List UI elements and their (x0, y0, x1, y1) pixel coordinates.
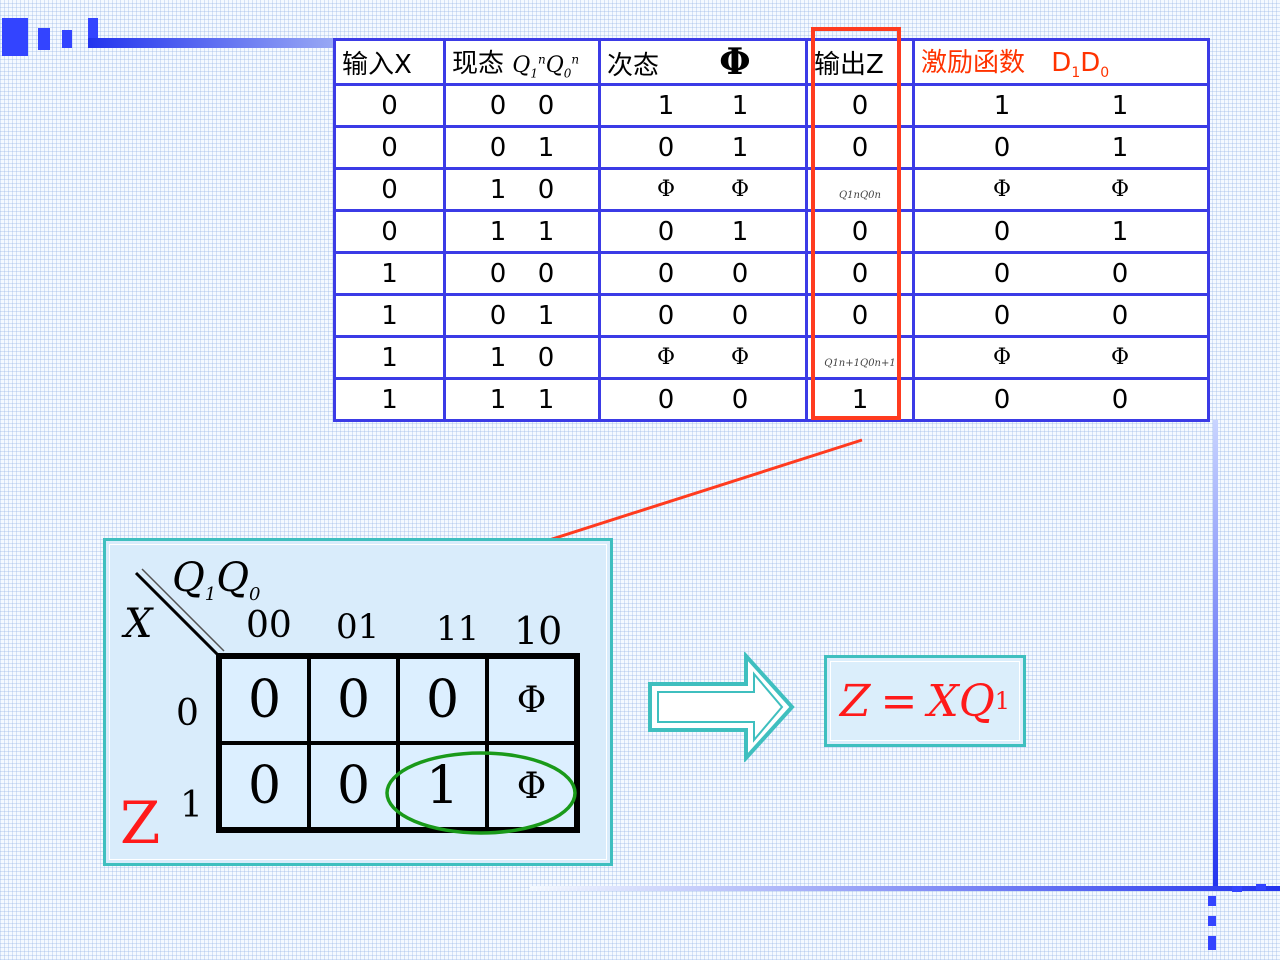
cell-excitation: ΦΦ (912, 167, 1210, 212)
cell-current-state: 01 (443, 125, 601, 170)
cell-excitation: 01 (912, 125, 1210, 170)
cell-excitation: 00 (912, 377, 1210, 422)
state-table: 输入X 现态 Q1nQ0n 次态 Φ 输出Z 激励函数 D1D0 0001101… (333, 38, 1210, 422)
cell-input-x: 1 (333, 251, 446, 296)
deco-bottom-line (530, 886, 1280, 891)
result-rhs-sub: 1 (994, 687, 1011, 715)
table-row: 10100000 (333, 293, 1210, 338)
cell-excitation: 11 (912, 83, 1210, 128)
excitation-vars: D1D0 (1051, 48, 1110, 82)
kmap-cell: Φ (487, 743, 576, 829)
table-header-row: 输入X 现态 Q1nQ0n 次态 Φ 输出Z 激励函数 D1D0 (333, 38, 1210, 86)
cell-current-state: 10 (443, 167, 601, 212)
deco-top-bar (88, 38, 338, 48)
cell-next-state: 01 (598, 209, 808, 254)
cell-input-x: 1 (333, 377, 446, 422)
current-state-vars: Q1nQ0n (512, 52, 580, 81)
kmap-col-vars: Q1Q0 (172, 555, 261, 605)
cell-current-state: 10 (443, 335, 601, 380)
next-state-symbol: Φ (719, 41, 751, 83)
deco-square (1232, 886, 1242, 892)
kmap-function-label: Z (120, 789, 161, 857)
header-current-state: 现态 Q1nQ0n (443, 38, 601, 86)
cell-next-state: 11 (598, 83, 808, 128)
result-lhs: Z (839, 675, 871, 727)
deco-square (1208, 916, 1216, 926)
header-next-state: 次态 Φ (598, 38, 808, 86)
cell-input-x: 1 (333, 335, 446, 380)
kmap-row-header: 1 (180, 785, 203, 826)
cell-excitation: 01 (912, 209, 1210, 254)
cell-current-state: 01 (443, 293, 601, 338)
deco-square (1208, 896, 1216, 906)
cell-current-state: 11 (443, 377, 601, 422)
output-z-highlight (811, 27, 901, 420)
cell-input-x: 0 (333, 209, 446, 254)
cell-input-x: 1 (333, 293, 446, 338)
kmap-cell: Φ (487, 657, 576, 743)
deco-square (62, 30, 72, 48)
kmap-cell: 0 (220, 743, 309, 829)
cell-input-x: 0 (333, 167, 446, 212)
kmap-cell: 0 (309, 657, 398, 743)
kmap-grid: 000Φ001Φ (216, 653, 580, 833)
header-excitation: 激励函数 D1D0 (912, 38, 1210, 86)
implies-arrow-icon (648, 652, 795, 762)
kmap-cell: 1 (398, 743, 487, 829)
deco-square (38, 28, 50, 50)
result-equals: = (880, 675, 918, 727)
cell-next-state: ΦΦ (598, 167, 808, 212)
kmap-col-header: 11 (436, 609, 480, 649)
karnaugh-map-panel: Q1Q0 X 00 01 11 10 0 1 Z 000Φ001Φ (103, 538, 613, 866)
table-row: 10000000 (333, 251, 1210, 296)
table-row: 00101001 (333, 125, 1210, 170)
result-rhs: XQ (927, 675, 995, 727)
cell-current-state: 00 (443, 83, 601, 128)
cell-next-state: ΦΦ (598, 335, 808, 380)
cell-excitation: 00 (912, 293, 1210, 338)
deco-square (1208, 936, 1216, 950)
cell-next-state: 00 (598, 251, 808, 296)
kmap-col-header: 00 (246, 605, 292, 646)
cell-next-state: 01 (598, 125, 808, 170)
kmap-cell: 0 (309, 743, 398, 829)
kmap-row-header: 0 (176, 693, 199, 734)
result-expression: Z = XQ 1 (824, 655, 1026, 747)
deco-right-line (1213, 420, 1218, 890)
header-input-x: 输入X (333, 38, 446, 86)
table-row: 0 1 0 Φ Φ Q1nQ0n Φ Φ (333, 167, 1210, 212)
table-row: 1 1 0 Φ Φ Q1n+1Q0n+1 Φ Φ (333, 335, 1210, 380)
kmap-row-var: X (124, 601, 153, 647)
kmap-cell: 0 (398, 657, 487, 743)
cell-current-state: 00 (443, 251, 601, 296)
cell-next-state: 00 (598, 377, 808, 422)
cell-next-state: 00 (598, 293, 808, 338)
table-row: 01101001 (333, 209, 1210, 254)
cell-excitation: ΦΦ (912, 335, 1210, 380)
deco-square (1256, 884, 1266, 890)
kmap-col-header: 10 (514, 609, 563, 653)
table-row: 11100100 (333, 377, 1210, 422)
kmap-col-header: 01 (336, 607, 380, 647)
cell-current-state: 11 (443, 209, 601, 254)
cell-input-x: 0 (333, 83, 446, 128)
kmap-cell: 0 (220, 657, 309, 743)
cell-input-x: 0 (333, 125, 446, 170)
deco-square (2, 18, 28, 56)
cell-excitation: 00 (912, 251, 1210, 296)
table-row: 00011011 (333, 83, 1210, 128)
